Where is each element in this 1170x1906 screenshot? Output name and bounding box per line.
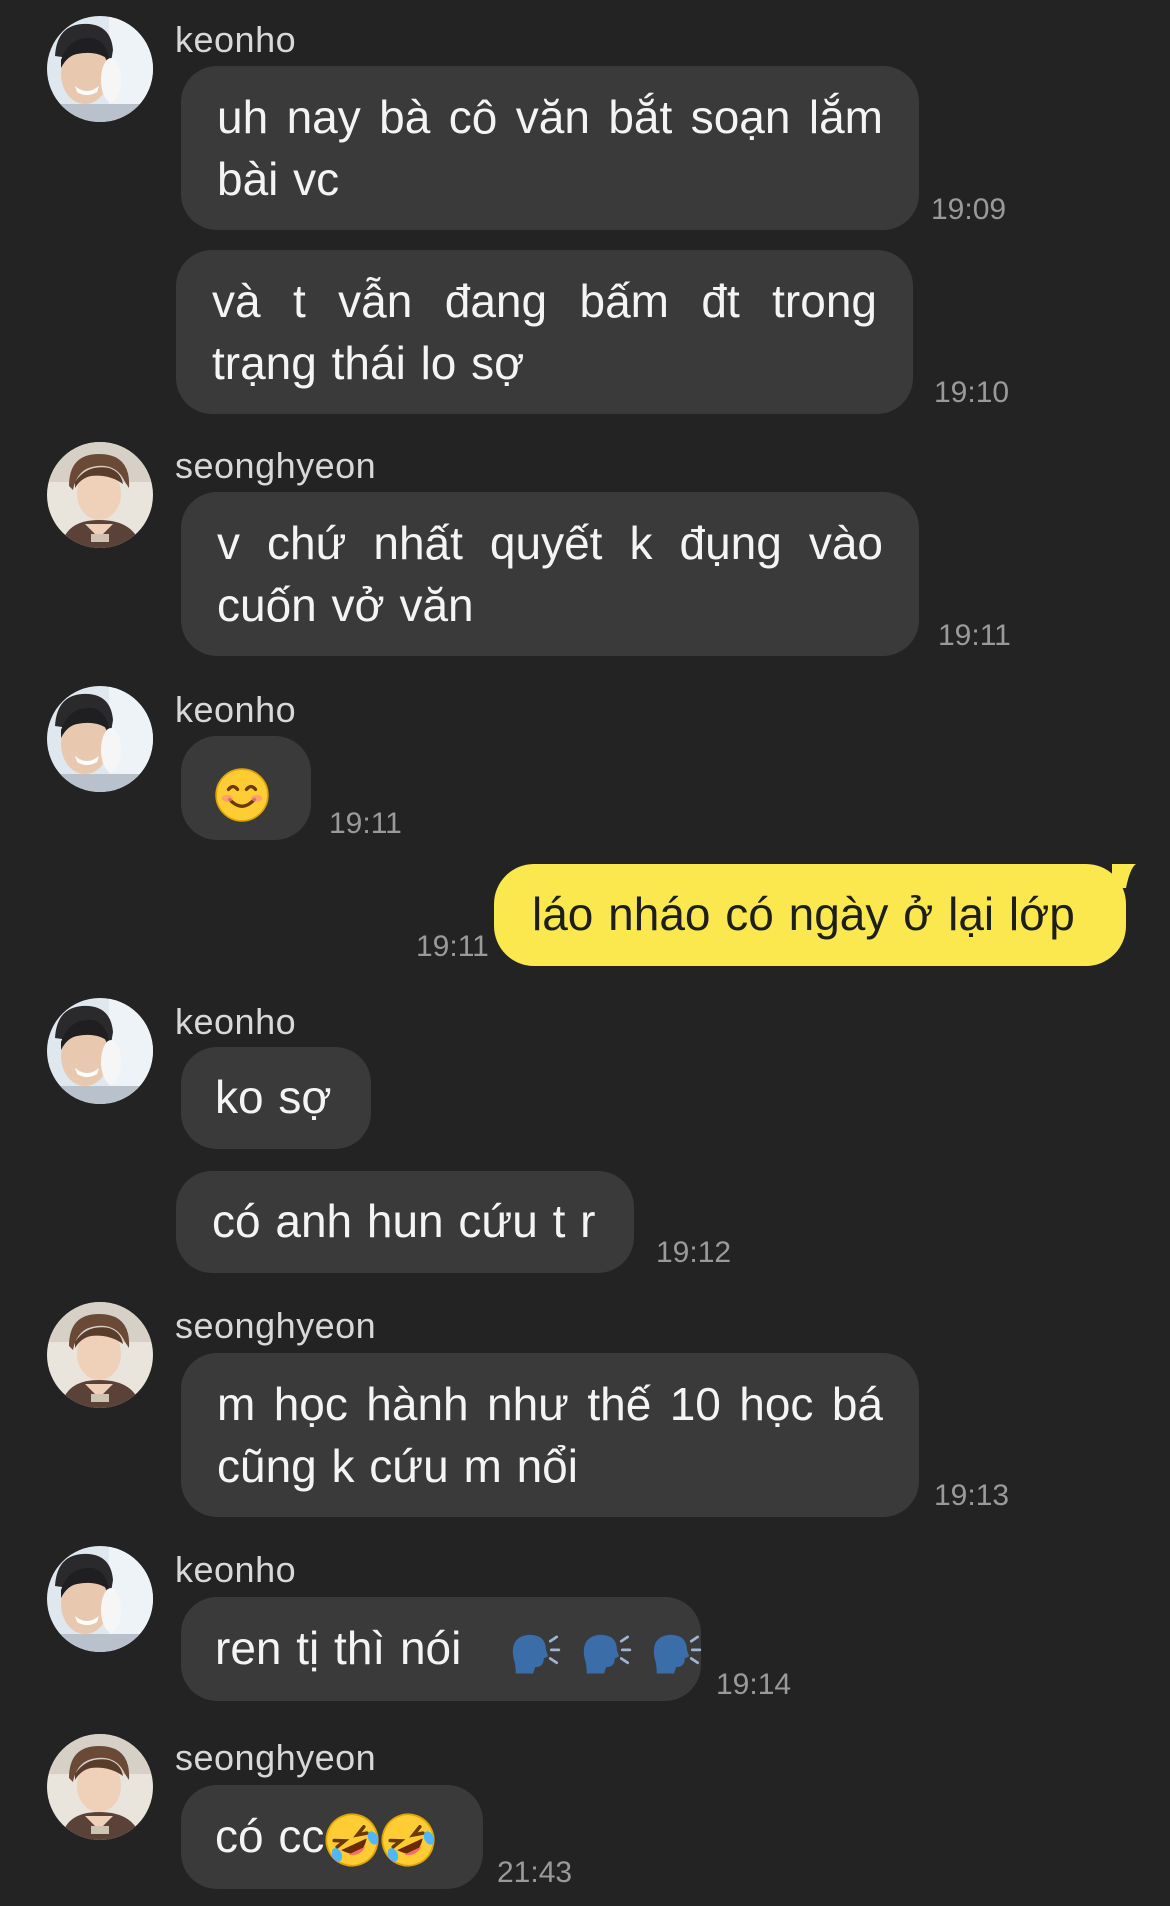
rolling-laughing-icon bbox=[380, 1811, 437, 1868]
message-bubble[interactable]: uh nay bà cô văn bắt soạn lắm bài vc bbox=[181, 66, 919, 230]
sender-name: keonho bbox=[175, 1001, 297, 1042]
smiling-face-icon bbox=[215, 767, 269, 822]
sender-name: keonho bbox=[175, 19, 297, 60]
speaking-head-icon bbox=[511, 1633, 561, 1675]
message-time: 19:10 bbox=[934, 376, 1010, 409]
message-bubble[interactable]: và t vẫn đang bấm đt trong trạng thái lo… bbox=[176, 250, 913, 414]
sender-name: seonghyeon bbox=[175, 1737, 377, 1778]
message-bubble[interactable]: v chứ nhất quyết k đụng vào cuốn vở văn bbox=[181, 492, 919, 656]
message-time: 19:13 bbox=[934, 1479, 1010, 1512]
message-bubble[interactable] bbox=[181, 736, 311, 840]
message-time: 19:09 bbox=[931, 193, 1007, 226]
avatar-seonghyeon[interactable] bbox=[47, 1302, 153, 1408]
message-time: 21:43 bbox=[497, 1856, 573, 1889]
sender-name: keonho bbox=[175, 689, 297, 730]
avatar-seonghyeon[interactable] bbox=[47, 442, 153, 548]
message-time: 19:11 bbox=[329, 807, 402, 840]
sender-name: keonho bbox=[175, 1549, 297, 1590]
message-text: có cc bbox=[215, 1810, 325, 1862]
message-time: 19:11 bbox=[938, 619, 1011, 652]
speaking-head-icon bbox=[652, 1633, 702, 1675]
avatar-keonho[interactable] bbox=[47, 16, 153, 122]
message-bubble[interactable]: ren tị thì nói bbox=[181, 1597, 702, 1701]
avatar-keonho[interactable] bbox=[47, 686, 153, 792]
rolling-laughing-icon bbox=[324, 1811, 381, 1868]
sender-name: seonghyeon bbox=[175, 1305, 377, 1346]
message-bubble[interactable]: ko sợ bbox=[181, 1047, 371, 1149]
message-time: 19:12 bbox=[656, 1236, 732, 1269]
avatar-seonghyeon[interactable] bbox=[47, 1734, 153, 1840]
my-message-bubble[interactable]: láo nháo có ngày ở lại lớp bbox=[494, 864, 1126, 966]
message-time: 19:11 bbox=[416, 930, 489, 963]
speaking-head-icon bbox=[582, 1633, 631, 1675]
bubble-tail-icon bbox=[1112, 864, 1136, 888]
message-time: 19:14 bbox=[716, 1668, 792, 1701]
message-bubble[interactable]: có cc bbox=[181, 1785, 483, 1889]
message-bubble[interactable]: có anh hun cứu t r bbox=[176, 1171, 634, 1273]
message-bubble[interactable]: m học hành như thế 10 học bá cũng k cứu … bbox=[181, 1353, 919, 1517]
message-text: ren tị thì nói bbox=[215, 1622, 462, 1674]
avatar-keonho[interactable] bbox=[47, 998, 153, 1104]
sender-name: seonghyeon bbox=[175, 445, 377, 486]
avatar-keonho[interactable] bbox=[47, 1546, 153, 1652]
